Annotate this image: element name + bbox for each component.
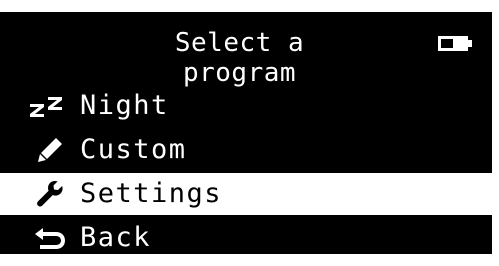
menu-item-label: Back [80,222,152,253]
menu-item-label: Settings [80,178,223,209]
screen-title: Select a program [0,28,362,88]
menu-item-night[interactable]: Night [0,85,492,127]
sleep-zz-icon [24,85,76,127]
menu-item-label: Night [80,90,169,121]
menu-item-custom[interactable]: Custom [0,129,492,171]
menu-item-back[interactable]: Back [0,217,492,259]
screen-title-text: Select a program [174,28,305,88]
back-arrow-icon [24,217,76,259]
wrench-icon [24,173,76,215]
menu-item-label: Custom [80,134,187,165]
title-bar: Select a program [0,12,492,88]
battery-icon [438,36,472,51]
program-menu: Night Custom Settings Back [0,85,492,261]
pencil-icon [24,129,76,171]
menu-item-settings[interactable]: Settings [0,173,492,215]
device-screen: Select a program Night Custom Settings B… [0,12,492,254]
